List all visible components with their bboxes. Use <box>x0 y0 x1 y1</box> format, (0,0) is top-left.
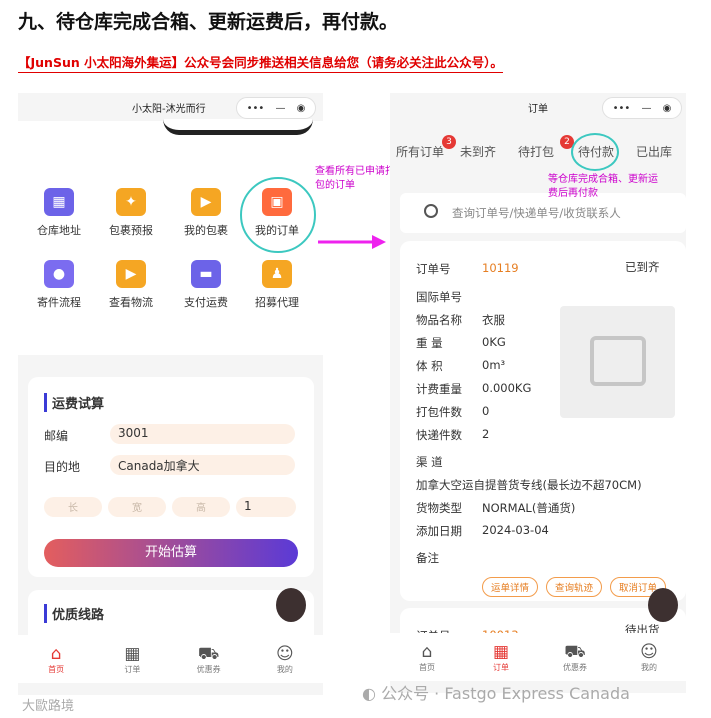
box-icon: ✦ <box>116 188 146 216</box>
start-estimate-button[interactable]: 开始估算 <box>44 539 298 567</box>
menu-recruit-agents[interactable]: ♟ 招募代理 <box>244 260 310 310</box>
more-icon[interactable]: ••• <box>247 103 265 114</box>
nav-home[interactable]: ⌂ 首页 <box>31 644 81 675</box>
waybill-detail-button[interactable]: 运单详情 <box>482 577 538 597</box>
support-avatar[interactable] <box>276 588 306 622</box>
destination-label: 目的地 <box>44 460 81 474</box>
menu-parcel-forecast[interactable]: ✦ 包裹预报 <box>98 188 164 238</box>
left-phone-lower: 运费试算 邮编 3001 目的地 Canada加拿大 长 宽 高 1 开始估算 … <box>18 355 323 695</box>
truck-icon: ▶ <box>191 188 221 216</box>
menu-pay-shipping[interactable]: ▬ 支付运费 <box>173 260 239 310</box>
left-phone-screen: 小太阳-沐光而行 ••• — ◉ ▦ 仓库地址 ✦ 包裹预报 ▶ 我的包裹 ▣ … <box>18 93 323 333</box>
length-field[interactable]: 长 <box>44 497 102 517</box>
nav-coupons[interactable]: ⛟ 优惠券 <box>550 642 600 673</box>
menu-my-parcels[interactable]: ▶ 我的包裹 <box>173 188 239 238</box>
nav-mine[interactable]: ☺ 我的 <box>624 642 674 673</box>
search-placeholder: 查询订单号/快递单号/收货联系人 <box>452 206 621 220</box>
right-bottom-nav: ⌂ 首页 ▦ 订单 ⛟ 优惠券 ☺ 我的 <box>390 633 686 681</box>
tab-shipped[interactable]: 已出库 <box>636 143 672 160</box>
tab-incomplete[interactable]: 未到齐 <box>460 143 496 160</box>
channel-label-row: 渠 道 <box>416 455 443 469</box>
support-avatar[interactable] <box>648 588 678 622</box>
image-placeholder-icon <box>560 306 675 418</box>
home-icon: ⌂ <box>421 641 433 662</box>
add-date-row: 添加日期 2024-03-04 <box>416 523 549 538</box>
tab-badge: 3 <box>442 135 456 149</box>
search-icon <box>424 204 438 218</box>
menu-shipping-process[interactable]: ● 寄件流程 <box>26 260 92 310</box>
order-actions: 运单详情 查询轨迹 取消订单 <box>400 577 686 597</box>
order-number[interactable]: 10119 <box>482 261 519 277</box>
home-icon: ⌂ <box>50 643 62 664</box>
highlight-circle-my-orders <box>240 177 316 253</box>
order-tabs: 所有订单 3 未到齐 待打包 2 待付款 已出库 <box>390 135 686 167</box>
order-card: 订单号 10119 已到齐 国际单号 物品名称 衣服 重 量 0KG 体 积 0m³ 计… <box>400 241 686 601</box>
nav-home[interactable]: ⌂ 首页 <box>402 642 452 673</box>
close-icon[interactable]: ◉ <box>663 103 672 114</box>
grid-icon: ▦ <box>492 641 510 662</box>
zip-field[interactable]: 3001 <box>110 424 295 444</box>
user-icon: ☺ <box>640 641 658 662</box>
nav-coupons[interactable]: ⛟ 优惠券 <box>184 644 234 675</box>
user-icon: ☺ <box>276 643 294 664</box>
cargo-type-row: 货物类型 NORMAL(普通货) <box>416 501 576 515</box>
weight-field[interactable]: 1 <box>236 497 296 517</box>
banner-arc <box>163 119 313 135</box>
order-number-row: 订单号 10119 <box>416 261 519 277</box>
capsule-menu[interactable]: ••• — ◉ <box>602 97 682 119</box>
order-status: 已到齐 <box>625 260 660 274</box>
grid-icon: ▦ <box>124 643 141 664</box>
nav-mine[interactable]: ☺ 我的 <box>260 644 310 675</box>
close-icon[interactable]: ◉ <box>297 103 306 114</box>
menu-warehouse-address[interactable]: ▦ 仓库地址 <box>26 188 92 238</box>
minimize-icon[interactable]: — <box>275 103 285 114</box>
volume-row: 体 积 0m³ <box>416 358 506 373</box>
nav-orders[interactable]: ▦ 订单 <box>476 642 526 673</box>
weight-row: 重 量 0KG <box>416 335 506 350</box>
tab-to-pack[interactable]: 待打包 <box>518 143 554 160</box>
estimate-card: 运费试算 邮编 3001 目的地 Canada加拿大 长 宽 高 1 开始估算 <box>28 377 314 577</box>
watermark-left: 大歐路境 <box>22 699 75 714</box>
track-query-button[interactable]: 查询轨迹 <box>546 577 602 597</box>
wechat-icon: ◐ <box>362 684 376 703</box>
zip-label: 邮编 <box>44 429 69 443</box>
wallet-icon: ▬ <box>191 260 221 288</box>
cart-icon: ⛟ <box>197 643 220 664</box>
billing-weight-row: 计费重量 0.000KG <box>416 381 532 396</box>
arrow-icon <box>318 235 386 249</box>
tab-all-orders[interactable]: 所有订单 <box>396 143 444 160</box>
annotation-pay-later: 等仓库完成合箱、更新运费后再付款 <box>548 174 658 199</box>
nav-orders[interactable]: ▦ 订单 <box>107 644 157 675</box>
cart-icon: ⛟ <box>564 641 586 662</box>
people-icon: ♟ <box>262 260 292 288</box>
destination-field[interactable]: Canada加拿大 <box>110 455 295 475</box>
width-field[interactable]: 宽 <box>108 497 166 517</box>
more-icon[interactable]: ••• <box>613 103 631 114</box>
estimate-title: 运费试算 <box>44 393 104 412</box>
map-icon: ▦ <box>44 188 74 216</box>
minimize-icon[interactable]: — <box>641 103 651 114</box>
note-row: 备注 <box>416 551 439 565</box>
page-heading: 九、待仓库完成合箱、更新运费后，再付款。 <box>18 11 399 33</box>
highlight-circle-to-pay <box>571 133 619 171</box>
subheading: 【JunSun 小太阳海外集运】公众号会同步推送相关信息给您（请务必关注此公众号… <box>18 52 503 73</box>
pack-count-row: 打包件数 0 <box>416 404 490 419</box>
route-title: 优质线路 <box>44 604 104 623</box>
intl-number-row: 国际单号 <box>416 290 462 304</box>
delivery-truck-icon: ▶ <box>116 260 146 288</box>
astronaut-icon: ● <box>44 260 74 288</box>
left-bottom-nav: ⌂ 首页 ▦ 订单 ⛟ 优惠券 ☺ 我的 <box>18 635 323 683</box>
height-field[interactable]: 高 <box>172 497 230 517</box>
express-count-row: 快递件数 2 <box>416 427 490 442</box>
menu-track-logistics[interactable]: ▶ 查看物流 <box>98 260 164 310</box>
watermark-right: ◐ 公众号 · Fastgo Express Canada <box>362 684 630 703</box>
item-name-row: 物品名称 衣服 <box>416 313 505 327</box>
channel-value-row: 加拿大空运自提普货专线(最长边不超70CM) <box>416 478 642 492</box>
capsule-menu[interactable]: ••• — ◉ <box>236 97 316 119</box>
